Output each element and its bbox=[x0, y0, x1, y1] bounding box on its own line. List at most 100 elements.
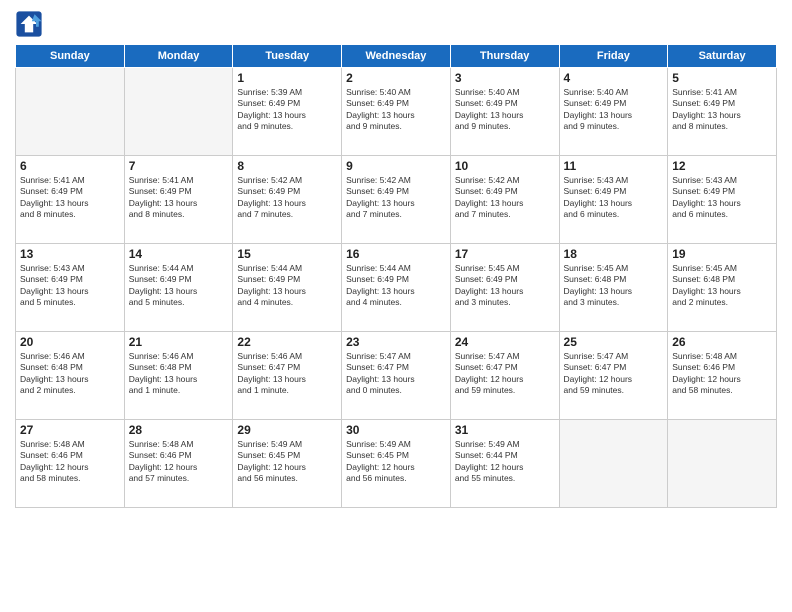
cal-cell: 31Sunrise: 5:49 AM Sunset: 6:44 PM Dayli… bbox=[450, 420, 559, 508]
day-number: 30 bbox=[346, 423, 446, 437]
logo-icon bbox=[15, 10, 43, 38]
day-number: 29 bbox=[237, 423, 337, 437]
day-number: 9 bbox=[346, 159, 446, 173]
cell-text: Sunrise: 5:47 AM Sunset: 6:47 PM Dayligh… bbox=[455, 351, 555, 397]
cell-text: Sunrise: 5:45 AM Sunset: 6:48 PM Dayligh… bbox=[564, 263, 664, 309]
cal-cell: 8 Sunrise: 5:42 AM Sunset: 6:49 PM Daylig… bbox=[233, 156, 342, 244]
cell-text: Sunrise: 5:46 AM Sunset: 6:48 PM Dayligh… bbox=[129, 351, 229, 397]
cell-text: Sunrise: 5:46 AM Sunset: 6:47 PM Dayligh… bbox=[237, 351, 337, 397]
cal-cell: 30 Sunrise: 5:49 AM Sunset: 6:45 PM Dayli… bbox=[342, 420, 451, 508]
cell-text: Sunrise: 5:43 AM Sunset: 6:49 PM Dayligh… bbox=[564, 175, 664, 221]
cal-cell: 13 Sunrise: 5:43 AM Sunset: 6:49 PM Dayli… bbox=[16, 244, 125, 332]
cell-text: Sunrise: 5:42 AM Sunset: 6:49 PM Dayligh… bbox=[346, 175, 446, 221]
day-number: 8 bbox=[237, 159, 337, 173]
day-number: 26 bbox=[672, 335, 772, 349]
cell-text: Sunrise: 5:42 AM Sunset: 6:49 PM Dayligh… bbox=[237, 175, 337, 221]
calendar-table: SundayMondayTuesdayWednesdayThursdayFrid… bbox=[15, 44, 777, 508]
cal-cell: 2Sunrise: 5:40 AM Sunset: 6:49 PM Daylig… bbox=[342, 68, 451, 156]
cell-text: Sunrise: 5:41 AM Sunset: 6:49 PM Dayligh… bbox=[129, 175, 229, 221]
cell-text: Sunrise: 5:42 AM Sunset: 6:49 PM Dayligh… bbox=[455, 175, 555, 221]
cal-cell: 14Sunrise: 5:44 AM Sunset: 6:49 PM Dayli… bbox=[124, 244, 233, 332]
cell-text: Sunrise: 5:46 AM Sunset: 6:48 PM Dayligh… bbox=[20, 351, 120, 397]
cell-text: Sunrise: 5:40 AM Sunset: 6:49 PM Dayligh… bbox=[455, 87, 555, 133]
day-number: 18 bbox=[564, 247, 664, 261]
day-number: 11 bbox=[564, 159, 664, 173]
cal-cell: 4 Sunrise: 5:40 AM Sunset: 6:49 PM Daylig… bbox=[559, 68, 668, 156]
cal-cell: 26 Sunrise: 5:48 AM Sunset: 6:46 PM Dayli… bbox=[668, 332, 777, 420]
day-header-saturday: Saturday bbox=[668, 45, 777, 68]
cal-cell: 15 Sunrise: 5:44 AM Sunset: 6:49 PM Dayli… bbox=[233, 244, 342, 332]
day-header-monday: Monday bbox=[124, 45, 233, 68]
cal-cell: 19Sunrise: 5:45 AM Sunset: 6:48 PM Dayli… bbox=[668, 244, 777, 332]
day-number: 21 bbox=[129, 335, 229, 349]
cell-text: Sunrise: 5:48 AM Sunset: 6:46 PM Dayligh… bbox=[129, 439, 229, 485]
cell-text: Sunrise: 5:41 AM Sunset: 6:49 PM Dayligh… bbox=[672, 87, 772, 133]
day-number: 16 bbox=[346, 247, 446, 261]
cal-cell: 9 Sunrise: 5:42 AM Sunset: 6:49 PM Daylig… bbox=[342, 156, 451, 244]
cal-cell: 7 Sunrise: 5:41 AM Sunset: 6:49 PM Daylig… bbox=[124, 156, 233, 244]
day-number: 7 bbox=[129, 159, 229, 173]
day-number: 4 bbox=[564, 71, 664, 85]
cell-text: Sunrise: 5:41 AM Sunset: 6:49 PM Dayligh… bbox=[20, 175, 120, 221]
cal-cell: 17 Sunrise: 5:45 AM Sunset: 6:49 PM Dayli… bbox=[450, 244, 559, 332]
cal-cell bbox=[559, 420, 668, 508]
cell-text: Sunrise: 5:48 AM Sunset: 6:46 PM Dayligh… bbox=[20, 439, 120, 485]
cal-cell: 24 Sunrise: 5:47 AM Sunset: 6:47 PM Dayli… bbox=[450, 332, 559, 420]
cell-text: Sunrise: 5:44 AM Sunset: 6:49 PM Dayligh… bbox=[237, 263, 337, 309]
logo bbox=[15, 10, 47, 38]
day-number: 1 bbox=[237, 71, 337, 85]
cal-cell bbox=[124, 68, 233, 156]
cal-cell: 20 Sunrise: 5:46 AM Sunset: 6:48 PM Dayli… bbox=[16, 332, 125, 420]
day-number: 23 bbox=[346, 335, 446, 349]
cell-text: Sunrise: 5:39 AM Sunset: 6:49 PM Dayligh… bbox=[237, 87, 337, 133]
day-number: 20 bbox=[20, 335, 120, 349]
cal-cell bbox=[16, 68, 125, 156]
cal-cell: 6 Sunrise: 5:41 AM Sunset: 6:49 PM Daylig… bbox=[16, 156, 125, 244]
cell-text: Sunrise: 5:43 AM Sunset: 6:49 PM Dayligh… bbox=[20, 263, 120, 309]
cal-cell: 18 Sunrise: 5:45 AM Sunset: 6:48 PM Dayli… bbox=[559, 244, 668, 332]
day-header-sunday: Sunday bbox=[16, 45, 125, 68]
day-number: 24 bbox=[455, 335, 555, 349]
cell-text: Sunrise: 5:44 AM Sunset: 6:49 PM Dayligh… bbox=[346, 263, 446, 309]
page: SundayMondayTuesdayWednesdayThursdayFrid… bbox=[0, 0, 792, 612]
day-number: 27 bbox=[20, 423, 120, 437]
day-number: 3 bbox=[455, 71, 555, 85]
day-number: 17 bbox=[455, 247, 555, 261]
day-header-thursday: Thursday bbox=[450, 45, 559, 68]
day-header-friday: Friday bbox=[559, 45, 668, 68]
cell-text: Sunrise: 5:45 AM Sunset: 6:49 PM Dayligh… bbox=[455, 263, 555, 309]
cal-cell: 25 Sunrise: 5:47 AM Sunset: 6:47 PM Dayli… bbox=[559, 332, 668, 420]
day-number: 10 bbox=[455, 159, 555, 173]
day-number: 13 bbox=[20, 247, 120, 261]
cell-text: Sunrise: 5:40 AM Sunset: 6:49 PM Dayligh… bbox=[564, 87, 664, 133]
cal-cell: 12 Sunrise: 5:43 AM Sunset: 6:49 PM Dayli… bbox=[668, 156, 777, 244]
cal-cell: 16 Sunrise: 5:44 AM Sunset: 6:49 PM Dayli… bbox=[342, 244, 451, 332]
day-number: 12 bbox=[672, 159, 772, 173]
cell-text: Sunrise: 5:47 AM Sunset: 6:47 PM Dayligh… bbox=[346, 351, 446, 397]
cell-text: Sunrise: 5:48 AM Sunset: 6:46 PM Dayligh… bbox=[672, 351, 772, 397]
day-number: 15 bbox=[237, 247, 337, 261]
cal-cell: 22 Sunrise: 5:46 AM Sunset: 6:47 PM Dayli… bbox=[233, 332, 342, 420]
day-number: 25 bbox=[564, 335, 664, 349]
day-header-tuesday: Tuesday bbox=[233, 45, 342, 68]
day-number: 6 bbox=[20, 159, 120, 173]
cal-cell: 10 Sunrise: 5:42 AM Sunset: 6:49 PM Dayli… bbox=[450, 156, 559, 244]
cell-text: Sunrise: 5:47 AM Sunset: 6:47 PM Dayligh… bbox=[564, 351, 664, 397]
cal-cell: 1 Sunrise: 5:39 AM Sunset: 6:49 PM Daylig… bbox=[233, 68, 342, 156]
cell-text: Sunrise: 5:43 AM Sunset: 6:49 PM Dayligh… bbox=[672, 175, 772, 221]
cell-text: Sunrise: 5:49 AM Sunset: 6:44 PM Dayligh… bbox=[455, 439, 555, 485]
cell-text: Sunrise: 5:49 AM Sunset: 6:45 PM Dayligh… bbox=[237, 439, 337, 485]
cal-cell: 5Sunrise: 5:41 AM Sunset: 6:49 PM Daylig… bbox=[668, 68, 777, 156]
day-number: 14 bbox=[129, 247, 229, 261]
cal-cell: 23 Sunrise: 5:47 AM Sunset: 6:47 PM Dayli… bbox=[342, 332, 451, 420]
day-header-wednesday: Wednesday bbox=[342, 45, 451, 68]
cal-cell: 29 Sunrise: 5:49 AM Sunset: 6:45 PM Dayli… bbox=[233, 420, 342, 508]
cell-text: Sunrise: 5:49 AM Sunset: 6:45 PM Dayligh… bbox=[346, 439, 446, 485]
cal-cell: 27 Sunrise: 5:48 AM Sunset: 6:46 PM Dayli… bbox=[16, 420, 125, 508]
day-number: 28 bbox=[129, 423, 229, 437]
cal-cell bbox=[668, 420, 777, 508]
cal-cell: 28 Sunrise: 5:48 AM Sunset: 6:46 PM Dayli… bbox=[124, 420, 233, 508]
day-number: 22 bbox=[237, 335, 337, 349]
cell-text: Sunrise: 5:40 AM Sunset: 6:49 PM Dayligh… bbox=[346, 87, 446, 133]
day-number: 19 bbox=[672, 247, 772, 261]
